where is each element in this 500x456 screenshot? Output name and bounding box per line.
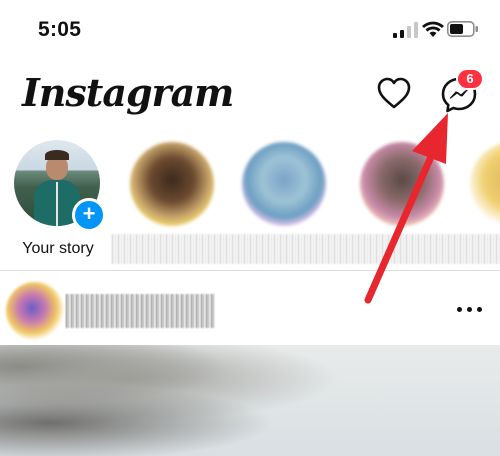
post-header [0, 276, 500, 342]
post-image[interactable] [0, 345, 500, 456]
story-labels-blurred [112, 234, 500, 264]
post-author-name-blurred[interactable] [66, 294, 216, 328]
wifi-icon [422, 21, 444, 37]
your-story[interactable]: + Your story [14, 140, 106, 257]
add-story-button[interactable]: + [72, 198, 106, 232]
instagram-logo[interactable]: Instagram [22, 68, 234, 118]
status-time: 5:05 [38, 18, 82, 41]
story-avatar-blurred[interactable] [130, 142, 214, 226]
messages-count-badge: 6 [456, 68, 484, 90]
stories-tray: + Your story [0, 130, 500, 270]
app-header: Instagram 6 [0, 62, 500, 126]
story-avatar-blurred[interactable] [242, 142, 326, 226]
post-author-avatar[interactable] [6, 282, 64, 340]
story-avatar-blurred[interactable] [360, 142, 444, 226]
heart-icon[interactable] [376, 76, 412, 110]
status-bar: 5:05 [0, 0, 500, 62]
story-avatar-blurred[interactable] [470, 142, 500, 226]
your-story-label: Your story [22, 240, 94, 257]
battery-icon [447, 21, 478, 37]
more-options-icon[interactable] [456, 302, 484, 316]
cellular-signal-icon [393, 22, 418, 38]
divider [0, 270, 500, 271]
